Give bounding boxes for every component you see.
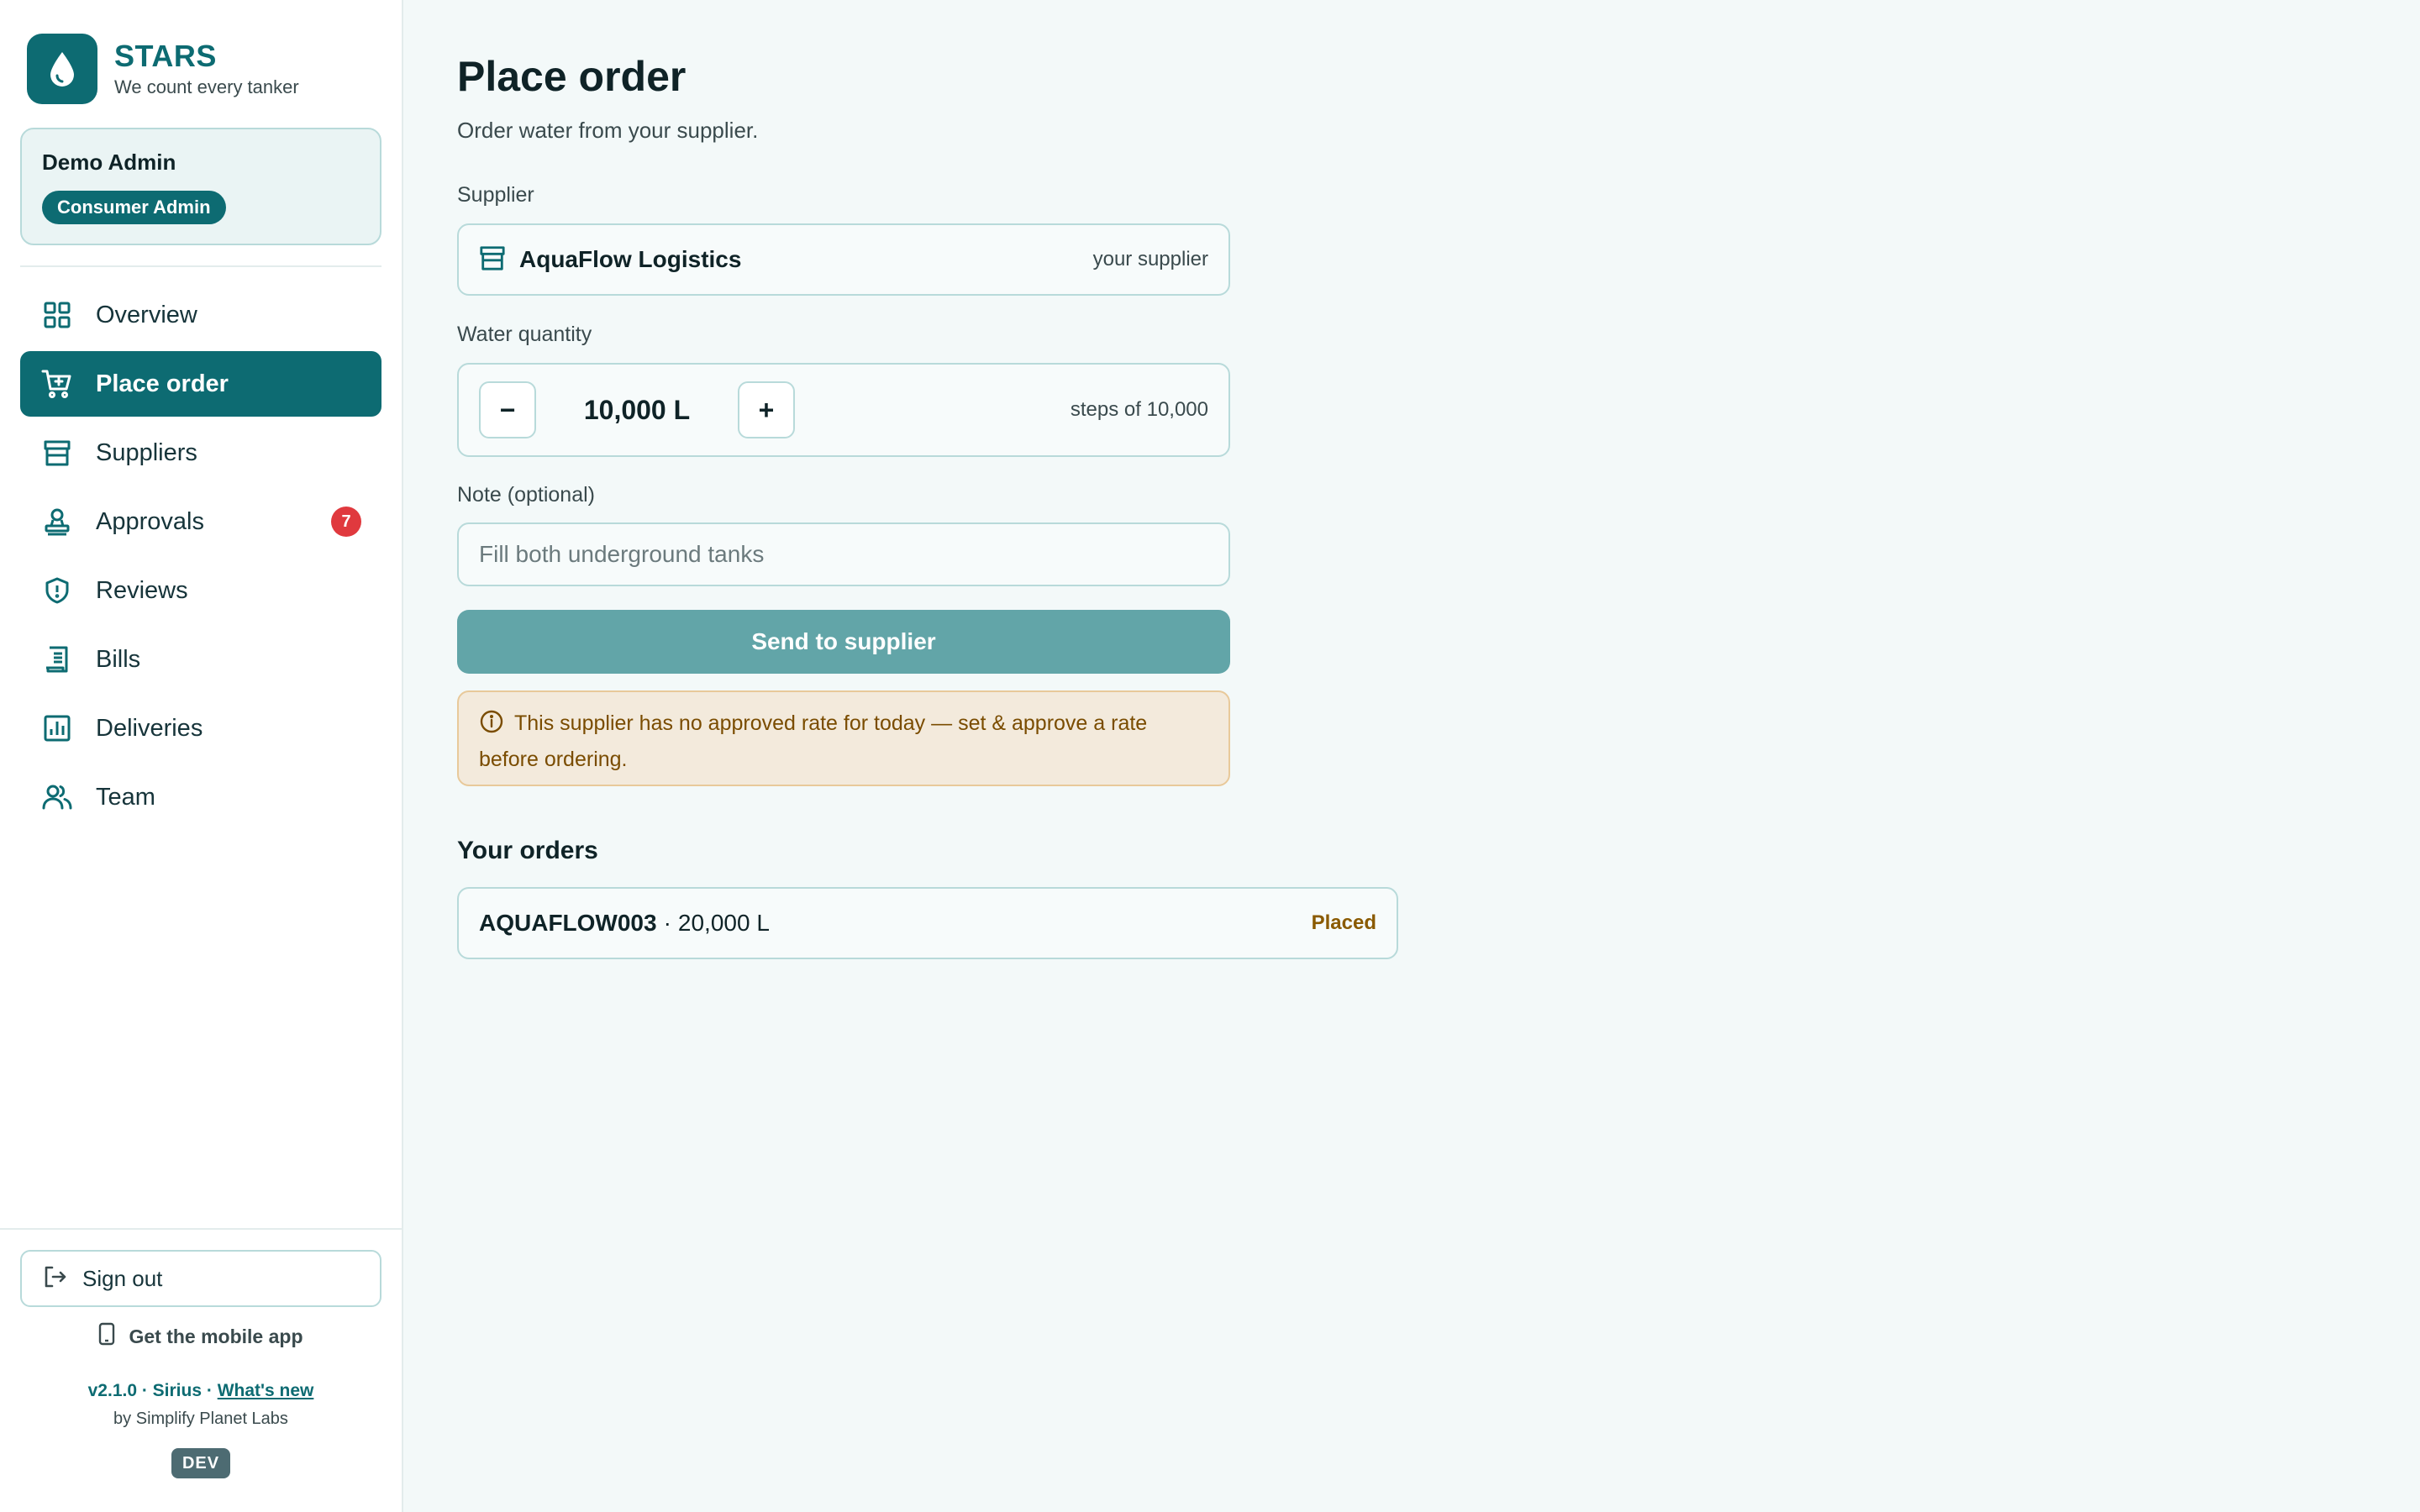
brand-tagline: We count every tanker (114, 76, 299, 97)
env-badge: DEV (171, 1448, 230, 1478)
brand-name: STARS (114, 39, 217, 73)
byline: by Simplify Planet Labs (113, 1410, 288, 1428)
sidebar-item-reviews[interactable]: Reviews (20, 558, 381, 623)
decrement-button[interactable]: − (479, 381, 536, 438)
sign-out-icon (42, 1264, 67, 1294)
order-row[interactable]: AQUAFLOW003 · 20,000 L Placed (457, 887, 1398, 959)
main-content: Place order Order water from your suppli… (403, 0, 2420, 1512)
order-id: AQUAFLOW003 (479, 910, 657, 936)
sign-out-label: Sign out (82, 1265, 163, 1291)
shield-icon (40, 574, 74, 607)
order-separator: · (663, 910, 671, 936)
sign-out-button[interactable]: Sign out (20, 1250, 381, 1307)
sidebar-divider (20, 265, 381, 267)
info-icon (479, 709, 504, 743)
increment-button[interactable]: + (738, 381, 795, 438)
sidebar-nav: Overview Place order Suppliers Approvals (20, 282, 381, 833)
whats-new-link[interactable]: What's new (218, 1381, 314, 1400)
version-text: v2.1.0 · Sirius · (87, 1381, 218, 1400)
users-icon (40, 780, 74, 814)
sidebar-item-team[interactable]: Team (20, 764, 381, 830)
supplier-name: AquaFlow Logistics (519, 246, 742, 272)
rate-warning-alert: This supplier has no approved rate for t… (457, 690, 1230, 786)
phone-icon (98, 1322, 115, 1351)
sidebar-item-approvals[interactable]: Approvals 7 (20, 489, 381, 554)
sidebar-item-label: Place order (96, 370, 229, 397)
order-quantity: 20,000 L (677, 910, 770, 936)
stamp-icon (40, 505, 74, 538)
sidebar-item-label: Approvals (96, 507, 204, 535)
sidebar-item-label: Reviews (96, 576, 188, 604)
sidebar-item-overview[interactable]: Overview (20, 282, 381, 348)
supplier-field: AquaFlow Logistics your supplier (457, 223, 1230, 296)
page-subtitle: Order water from your supplier. (457, 118, 759, 143)
store-icon (40, 436, 74, 470)
cart-icon (40, 367, 74, 401)
app-root: STARS We count every tanker Demo Admin C… (0, 0, 2420, 1512)
quantity-hint: steps of 10,000 (1070, 398, 1208, 421)
user-card: Demo Admin Consumer Admin (20, 128, 381, 245)
store-icon (479, 244, 506, 276)
version-info: v2.1.0 · Sirius · What's new (0, 1381, 402, 1401)
get-mobile-app-link[interactable]: Get the mobile app (0, 1322, 402, 1351)
grid-icon (40, 298, 74, 332)
supplier-label: Supplier (457, 183, 534, 207)
quantity-stepper: − 10,000 L + steps of 10,000 (457, 363, 1230, 457)
supplier-hint: your supplier (1092, 248, 1208, 270)
note-input[interactable] (457, 522, 1230, 586)
order-status-badge: Placed (1311, 911, 1376, 934)
sidebar-footer-divider (0, 1228, 402, 1230)
mobile-app-label: Get the mobile app (129, 1325, 303, 1347)
user-name: Demo Admin (42, 150, 176, 175)
chart-icon (40, 711, 74, 745)
sidebar-item-place-order[interactable]: Place order (20, 351, 381, 417)
water-drop-icon (27, 34, 97, 104)
sidebar-item-label: Suppliers (96, 438, 197, 466)
send-to-supplier-button[interactable]: Send to supplier (457, 610, 1230, 674)
role-badge: Consumer Admin (42, 191, 226, 224)
page-title: Place order (457, 53, 687, 100)
sidebar-item-label: Deliveries (96, 714, 203, 742)
alert-text: This supplier has no approved rate for t… (479, 711, 1148, 771)
sidebar-item-label: Team (96, 783, 155, 811)
sidebar: STARS We count every tanker Demo Admin C… (0, 0, 403, 1512)
receipt-icon (40, 643, 74, 676)
sidebar-item-label: Bills (96, 645, 141, 673)
note-label: Note (optional) (457, 483, 595, 507)
sidebar-item-suppliers[interactable]: Suppliers (20, 420, 381, 486)
brand[interactable]: STARS We count every tanker (27, 34, 299, 104)
sidebar-item-deliveries[interactable]: Deliveries (20, 696, 381, 761)
quantity-label: Water quantity (457, 323, 592, 346)
sidebar-item-bills[interactable]: Bills (20, 627, 381, 692)
orders-section-title: Your orders (457, 837, 598, 864)
sidebar-item-label: Overview (96, 301, 197, 328)
approvals-count-badge: 7 (331, 507, 361, 537)
quantity-value: 10,000 L (583, 394, 691, 425)
